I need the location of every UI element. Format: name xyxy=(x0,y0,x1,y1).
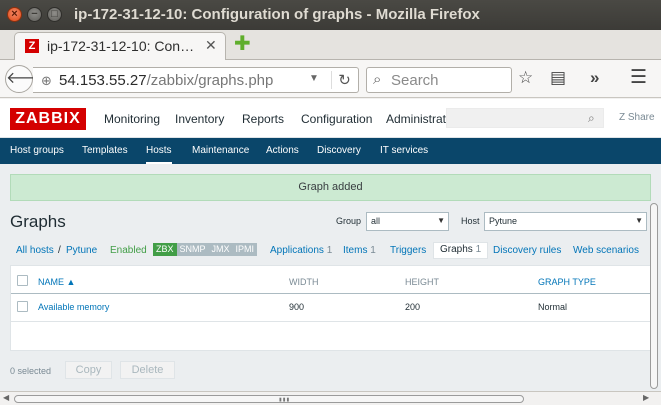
applications-link[interactable]: Applications 1 xyxy=(270,245,332,256)
search-icon: ⌕ xyxy=(588,111,595,125)
tab-close-icon[interactable]: ✕ xyxy=(205,37,217,54)
grip-icon: ▮▮▮ xyxy=(279,397,291,403)
url-bar[interactable]: ⊕ 54.153.55.27/zabbix/graphs.php ▼ ↻ xyxy=(33,67,359,93)
submenu-hosts[interactable]: Hosts xyxy=(146,145,172,164)
zabbix-search-input[interactable]: ⌕ xyxy=(446,108,604,128)
host-select[interactable]: Pytune ▼ xyxy=(484,212,647,231)
host-link[interactable]: Pytune xyxy=(66,245,97,256)
menu-reports[interactable]: Reports xyxy=(242,112,284,126)
graph-height: 200 xyxy=(405,302,421,312)
submenu-actions[interactable]: Actions xyxy=(266,145,299,156)
scroll-right-icon[interactable]: ▶ xyxy=(643,393,649,402)
url-text: 54.153.55.27/zabbix/graphs.php xyxy=(59,72,273,89)
submenu-host-groups[interactable]: Host groups xyxy=(10,145,64,156)
row-divider xyxy=(11,321,652,322)
overflow-chevron-icon[interactable]: » xyxy=(590,68,599,88)
menu-inventory[interactable]: Inventory xyxy=(175,112,224,126)
page-viewport: ZABBIX Monitoring Inventory Reports Conf… xyxy=(0,99,661,405)
search-bar[interactable]: ⌕ Search xyxy=(366,67,512,93)
url-host: 54.153.55.27 xyxy=(59,72,147,89)
window-title: ip-172-31-12-10: Configuration of graphs… xyxy=(74,6,480,23)
tab-title: ip-172-31-12-10: Con… xyxy=(47,38,195,54)
column-header-name[interactable]: NAME ▲ xyxy=(38,277,75,287)
horizontal-scroll-thumb[interactable]: ▮▮▮ xyxy=(14,395,524,403)
items-link[interactable]: Items 1 xyxy=(343,245,376,256)
zabbix-header: ZABBIX Monitoring Inventory Reports Conf… xyxy=(0,99,661,138)
bookmarks-list-icon[interactable]: ▤ xyxy=(550,68,566,88)
share-link[interactable]: Z Share xyxy=(619,112,655,123)
graphs-table: NAME ▲ WIDTH HEIGHT GRAPH TYPE Available… xyxy=(10,265,652,351)
history-dropdown-icon[interactable]: ▼ xyxy=(309,73,319,84)
graph-name-link[interactable]: Available memory xyxy=(38,302,109,312)
triggers-link[interactable]: Triggers xyxy=(390,245,426,256)
column-header-graph-type[interactable]: GRAPH TYPE xyxy=(538,277,596,287)
back-button[interactable]: 🡐 xyxy=(5,65,49,93)
graph-type: Normal xyxy=(538,302,568,312)
submenu-discovery[interactable]: Discovery xyxy=(317,145,361,156)
host-navigation: All hosts / Pytune Enabled ZBX SNMP JMX IPM… xyxy=(0,238,661,262)
search-icon: ⌕ xyxy=(373,71,382,88)
vertical-scrollbar[interactable] xyxy=(647,203,661,391)
chevron-down-icon: ▼ xyxy=(635,216,643,225)
configuration-submenu: Host groups Templates Hosts Maintenance … xyxy=(0,138,661,164)
horizontal-scrollbar[interactable]: ◀ ▮▮▮ ▶ xyxy=(0,391,661,405)
availability-badges: ZBX SNMP JMX IPMI xyxy=(153,243,258,256)
globe-icon: ⊕ xyxy=(41,73,52,88)
column-header-width: WIDTH xyxy=(289,277,319,287)
chevron-down-icon: ▼ xyxy=(437,216,445,225)
host-status-enabled[interactable]: Enabled xyxy=(110,245,147,256)
window-minimize-button[interactable]: − xyxy=(27,7,42,22)
browser-tab[interactable]: Z ip-172-31-12-10: Con… ✕ xyxy=(14,32,226,61)
bookmark-star-icon[interactable]: ☆ xyxy=(518,68,533,88)
breadcrumb-separator: / xyxy=(58,245,61,256)
group-label: Group xyxy=(336,216,362,226)
column-header-height: HEIGHT xyxy=(405,277,440,287)
host-select-value: Pytune xyxy=(489,216,518,226)
page-title: Graphs xyxy=(10,212,66,231)
close-icon: × xyxy=(11,8,18,20)
badge-zbx: ZBX xyxy=(153,243,177,256)
group-select[interactable]: all ▼ xyxy=(366,212,449,231)
zabbix-logo[interactable]: ZABBIX xyxy=(10,108,86,130)
badge-ipmi: IPMI xyxy=(232,243,258,256)
firefox-window: × − □ ip-172-31-12-10: Configuration of … xyxy=(0,0,661,405)
zabbix-favicon-icon: Z xyxy=(25,39,39,53)
submenu-maintenance[interactable]: Maintenance xyxy=(192,145,249,156)
graph-width: 900 xyxy=(289,302,305,312)
success-message: Graph added xyxy=(10,174,651,201)
row-checkbox[interactable] xyxy=(17,301,28,312)
badge-jmx: JMX xyxy=(208,243,233,256)
selected-count: 0 selected xyxy=(10,366,52,376)
vertical-scroll-thumb[interactable] xyxy=(650,203,658,389)
window-close-button[interactable]: × xyxy=(7,7,22,22)
window-maximize-button[interactable]: □ xyxy=(47,7,62,22)
copy-button[interactable]: Copy xyxy=(65,361,112,379)
all-hosts-link[interactable]: All hosts xyxy=(16,245,54,256)
scroll-left-icon[interactable]: ◀ xyxy=(3,393,9,402)
tab-strip: Z ip-172-31-12-10: Con… ✕ ✚ xyxy=(0,30,661,61)
maximize-icon: □ xyxy=(51,8,58,20)
new-tab-icon[interactable]: ✚ xyxy=(234,34,251,54)
badge-snmp: SNMP xyxy=(176,243,209,256)
menu-monitoring[interactable]: Monitoring xyxy=(104,112,160,126)
host-label: Host xyxy=(461,216,480,226)
minimize-icon: − xyxy=(31,8,38,20)
web-scenarios-link[interactable]: Web scenarios xyxy=(573,245,639,256)
header-divider xyxy=(11,293,652,294)
search-placeholder: Search xyxy=(391,72,439,89)
group-select-value: all xyxy=(371,216,381,226)
select-all-checkbox[interactable] xyxy=(17,275,28,286)
delete-button[interactable]: Delete xyxy=(120,361,175,379)
title-bar: × − □ ip-172-31-12-10: Configuration of … xyxy=(0,0,661,30)
navigation-toolbar: 🡐 ⊕ 54.153.55.27/zabbix/graphs.php ▼ ↻ ⌕… xyxy=(0,60,661,98)
submenu-it-services[interactable]: IT services xyxy=(380,145,428,156)
reload-icon[interactable]: ↻ xyxy=(331,71,357,89)
graphs-tab[interactable]: Graphs 1 xyxy=(433,242,489,259)
url-path: /zabbix/graphs.php xyxy=(146,72,274,89)
menu-configuration[interactable]: Configuration xyxy=(301,112,372,126)
submenu-templates[interactable]: Templates xyxy=(82,145,128,156)
menu-hamburger-icon[interactable]: ☰ xyxy=(630,66,647,89)
discovery-rules-link[interactable]: Discovery rules xyxy=(493,245,561,256)
